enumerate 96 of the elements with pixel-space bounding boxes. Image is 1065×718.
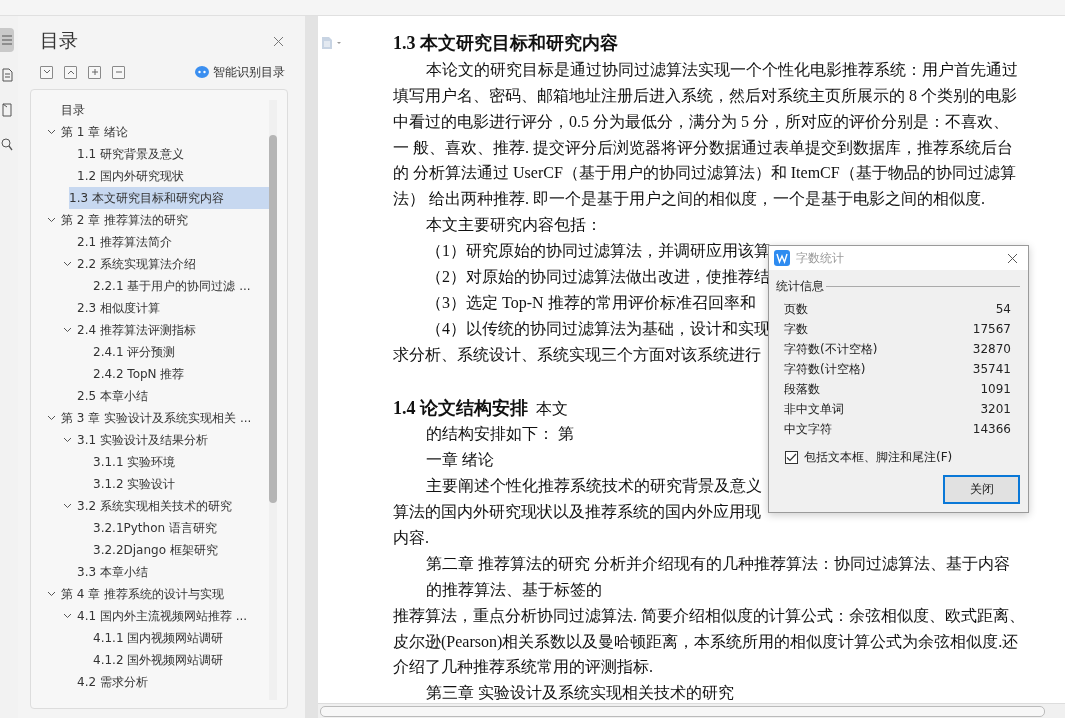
- outline-item[interactable]: 3.2.2Django 框架研究: [31, 539, 269, 561]
- outline-item[interactable]: 2.4 推荐算法评测指标: [31, 319, 269, 341]
- outline-item[interactable]: 目录: [31, 99, 269, 121]
- body-text: 中看过的电影进行评分，0.5 分为最低分，满分为 5 分，所对应的评价分别是：不喜欢、: [393, 112, 1009, 130]
- body-text: 本论文的研究目标是通过协同过滤算法实现一个个性化电影推荐系统：用户首先通过: [426, 60, 1018, 78]
- chevron-icon[interactable]: [63, 613, 72, 619]
- body-text: 一章 绪论: [426, 451, 494, 469]
- stat-label: 非中文单词: [784, 400, 844, 418]
- body-text: 的 分析算法通过 UserCF（基于用户的协同过滤算法）和 ItemCF（基于物品的协同过滤算: [393, 164, 1016, 182]
- body-text: 求分析、系统设计、系统实现三个方面对该系统进行: [393, 345, 761, 363]
- body-text: 推荐算法，重点分析协同过滤算法. 简要介绍相似度的计算公式：余弦相似度、欧式距离、: [393, 606, 1025, 624]
- stat-value: 17567: [972, 322, 1011, 336]
- outline-item[interactable]: 2.2 系统实现算法介绍: [31, 253, 269, 275]
- chevron-down-icon: [42, 69, 51, 75]
- chevron-icon[interactable]: [47, 129, 56, 135]
- app-logo-icon: [774, 250, 790, 266]
- outline-item[interactable]: 第 2 章 推荐算法的研究: [31, 209, 269, 231]
- outline-item[interactable]: 3.1.1 实验环境: [31, 451, 269, 473]
- outline-item[interactable]: 1.3 本文研究目标和研究内容: [69, 187, 269, 209]
- body-text: （1）研究原始的协同过滤算法，并调研应用该算: [426, 242, 770, 260]
- body-text: 皮尔逊(Pearson)相关系数以及曼哈顿距离，本系统所用的相似度计算公式为余弦相似度.还: [393, 632, 1019, 650]
- outline-item[interactable]: 3.2 系统实现相关技术的研究: [31, 495, 269, 517]
- remove-button[interactable]: [112, 65, 125, 79]
- body-text: （2）对原始的协同过滤算法做出改进，使推荐结: [426, 268, 770, 285]
- stat-value: 32870: [972, 342, 1011, 356]
- checkbox-label[interactable]: 包括文本框、脚注和尾注(F): [804, 449, 953, 466]
- outline-item[interactable]: 1.2 国内外研究现状: [31, 165, 269, 187]
- close-icon[interactable]: [273, 35, 284, 47]
- outline-item[interactable]: 第 1 章 绪论: [31, 121, 269, 143]
- body-text: 本文: [536, 399, 568, 417]
- scrollbar-thumb[interactable]: [320, 706, 1045, 717]
- stat-value: 1091: [980, 382, 1011, 396]
- body-text: 介绍了几种推荐系统常用的评测指标.: [393, 658, 653, 676]
- chevron-icon[interactable]: [63, 503, 72, 509]
- outline-item[interactable]: 2.2.1 基于用户的协同过滤 ...: [31, 275, 269, 297]
- outline-item[interactable]: 2.4.1 评分预测: [31, 341, 269, 363]
- outline-item[interactable]: 第 3 章 实验设计及系统实现相关 ...: [31, 407, 269, 429]
- outline-item[interactable]: 1.1 研究背景及意义: [31, 143, 269, 165]
- panel-title: 目录: [40, 28, 78, 53]
- chevron-icon[interactable]: [63, 261, 72, 267]
- chevron-icon[interactable]: [63, 437, 72, 443]
- body-text: 法） 给出两种推荐. 即一个是基于用户之间的相似度，一个是基于电影之间的相似度.: [393, 190, 985, 208]
- stat-value: 54: [995, 302, 1011, 316]
- stat-value: 14366: [972, 422, 1011, 436]
- outline-item[interactable]: 3.1.2 实验设计: [31, 473, 269, 495]
- body-text: （3）选定 Top-N 推荐的常用评价标准召回率和: [426, 293, 756, 311]
- outline-item[interactable]: 3.1 实验设计及结果分析: [31, 429, 269, 451]
- group-label: 统计信息: [776, 278, 824, 295]
- section-heading: 1.4 论文结构安排: [393, 397, 528, 418]
- outline-item[interactable]: 4.1 国内外主流视频网站推荐 ...: [31, 605, 269, 627]
- collapse-up-button[interactable]: [64, 65, 77, 79]
- stat-label: 页数: [784, 300, 808, 318]
- stat-label: 字符数(计空格): [784, 360, 866, 378]
- plus-icon: [90, 68, 99, 76]
- body-text: 第三章 实验设计及系统实现相关技术的研究: [426, 684, 734, 702]
- stat-value: 3201: [980, 402, 1011, 416]
- close-icon[interactable]: [1007, 252, 1018, 264]
- dialog-title: 字数统计: [796, 249, 845, 267]
- chevron-icon[interactable]: [47, 217, 56, 223]
- outline-item[interactable]: 2.4.2 TopN 推荐: [31, 363, 269, 385]
- outline-item[interactable]: 3.3 本章小结: [31, 561, 269, 583]
- scrollbar-thumb[interactable]: [269, 135, 277, 503]
- body-text: 算法的国内外研究现状以及推荐系统的国内外应用现: [393, 503, 761, 521]
- body-text: 的推荐算法、基于标签的: [426, 580, 602, 598]
- outline-item[interactable]: 2.3 相似度计算: [31, 297, 269, 319]
- outline-item[interactable]: 3.2.1Python 语言研究: [31, 517, 269, 539]
- stat-label: 中文字符: [784, 420, 832, 438]
- body-text: 第二章 推荐算法的研究 分析并介绍现有的几种推荐算法：协同过滤算法、基于内容: [426, 554, 1010, 572]
- stat-label: 字符数(不计空格): [784, 340, 878, 358]
- body-text: 内容.: [393, 529, 429, 547]
- outline-item[interactable]: 2.1 推荐算法简介: [31, 231, 269, 253]
- minus-icon: [114, 68, 123, 76]
- stat-label: 字数: [784, 320, 808, 338]
- body-text: 填写用户名、密码、邮箱地址注册后进入系统，然后对系统主页所展示的 8 个类别的电影: [393, 86, 1017, 104]
- body-text: 本文主要研究内容包括：: [426, 216, 602, 234]
- expand-down-button[interactable]: [40, 65, 53, 79]
- section-heading: 1.3 本文研究目标和研究内容: [393, 32, 619, 55]
- outline-item[interactable]: 4.2 需求分析: [31, 671, 269, 693]
- body-text: 主要阐述个性化推荐系统技术的研究背景及意义: [426, 477, 762, 495]
- checkbox[interactable]: [785, 451, 798, 464]
- smart-toc-button[interactable]: 智能识别目录: [213, 63, 285, 81]
- body-text: 的结构安排如下： 第: [426, 425, 574, 443]
- close-button[interactable]: 关闭: [943, 475, 1020, 504]
- stat-value: 35741: [972, 362, 1011, 376]
- chevron-icon[interactable]: [47, 591, 56, 597]
- chevron-up-icon: [66, 69, 75, 75]
- outline-item[interactable]: 4.1.1 国内视频网站调研: [31, 627, 269, 649]
- chevron-icon[interactable]: [63, 327, 72, 333]
- chevron-icon[interactable]: [47, 415, 56, 421]
- outline-item[interactable]: 2.5 本章小结: [31, 385, 269, 407]
- stat-label: 段落数: [784, 380, 820, 398]
- robot-icon: [195, 66, 209, 78]
- outline-item[interactable]: 第 4 章 推荐系统的设计与实现: [31, 583, 269, 605]
- add-button[interactable]: [88, 65, 101, 79]
- body-text: 一 般、喜欢、推荐. 提交评分后浏览器将评分数据通过表单提交到数据库，推荐系统后台: [393, 138, 1013, 156]
- outline-item[interactable]: 4.1.2 国外视频网站调研: [31, 649, 269, 671]
